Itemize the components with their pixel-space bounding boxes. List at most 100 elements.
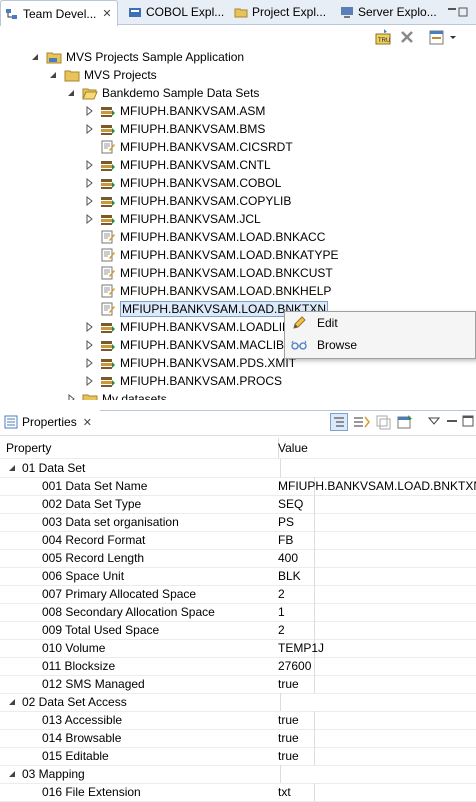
collapsed-arrow-icon[interactable]: [84, 376, 94, 386]
pds-library-icon: [101, 359, 115, 369]
expanded-arrow-icon[interactable]: [66, 88, 76, 98]
tree-node-my-datasets[interactable]: My datasets: [66, 390, 167, 400]
pds-library-icon: [101, 197, 115, 207]
collapsed-arrow-icon[interactable]: [84, 340, 94, 350]
table-row[interactable]: 006 Space Unit BLK: [0, 567, 476, 586]
filter-advanced-icon[interactable]: [352, 413, 370, 431]
tree-node-dataset[interactable]: MFIUPH.BANKVSAM.ASM: [84, 102, 265, 120]
sequential-file-icon: [101, 230, 115, 244]
tree-node-dataset[interactable]: MFIUPH.BANKVSAM.LOADLIB: [84, 318, 290, 336]
copy-icon[interactable]: [374, 413, 392, 431]
tree-node-dataset[interactable]: MFIUPH.BANKVSAM.LOAD.BNKATYPE: [100, 246, 339, 264]
expanded-arrow-icon[interactable]: [8, 459, 16, 471]
tree-node-dataset[interactable]: MFIUPH.BANKVSAM.COBOL: [84, 174, 281, 192]
pin-icon[interactable]: [396, 413, 414, 431]
table-row[interactable]: 012 SMS Managed true: [0, 675, 476, 694]
tab-cobol-explorer[interactable]: COBOL Expl...: [124, 0, 228, 24]
context-menu-label: Edit: [317, 316, 338, 330]
table-row[interactable]: 005 Record Length 400: [0, 549, 476, 568]
property-name: 012 SMS Managed: [0, 675, 315, 693]
table-row[interactable]: 003 Data set organisation PS: [0, 513, 476, 532]
remove-icon[interactable]: [398, 28, 416, 46]
table-row[interactable]: 014 Browsable true: [0, 729, 476, 748]
tree-node-label: MFIUPH.BANKVSAM.LOAD.BNKACC: [120, 230, 326, 244]
properties-toolbar: [330, 413, 476, 431]
tree-node-dataset[interactable]: MFIUPH.BANKVSAM.LOAD.BNKACC: [100, 228, 325, 246]
context-menu-browse[interactable]: Browse: [285, 334, 475, 356]
collapsed-arrow-icon[interactable]: [84, 358, 94, 368]
column-header-value[interactable]: Value: [278, 438, 476, 458]
property-value: txt: [278, 785, 291, 799]
tree-node-dataset[interactable]: MFIUPH.BANKVSAM.MACLIB: [84, 336, 284, 354]
explorer-toolbar: TRU: [360, 26, 476, 48]
table-row[interactable]: 011 Blocksize 27600: [0, 657, 476, 676]
pencil-icon: [293, 316, 306, 329]
tab-server-explorer[interactable]: Server Explo...: [336, 0, 436, 24]
pds-library-icon: [101, 341, 115, 351]
tree-node-label: MFIUPH.BANKVSAM.PROCS: [120, 374, 283, 388]
table-row[interactable]: 009 Total Used Space 2: [0, 621, 476, 640]
expanded-arrow-icon[interactable]: [8, 693, 16, 705]
tree-node-dataset[interactable]: MFIUPH.BANKVSAM.CNTL: [84, 156, 271, 174]
close-icon[interactable]: ✕: [83, 416, 92, 429]
tab-project-explorer[interactable]: Project Expl...: [230, 0, 330, 24]
table-row[interactable]: 001 Data Set Name MFIUPH.BANKVSAM.LOAD.BN…: [0, 477, 476, 496]
maximize-icon[interactable]: [462, 415, 474, 427]
tree-node-bankdemo[interactable]: Bankdemo Sample Data Sets: [66, 84, 259, 102]
property-value: SEQ: [278, 497, 304, 511]
property-group-row[interactable]: 03 Mapping: [0, 765, 476, 784]
view-menu-icon[interactable]: [428, 415, 440, 427]
tree-node-dataset[interactable]: MFIUPH.BANKVSAM.PDS.XMIT: [84, 354, 296, 372]
sequential-file-icon: [101, 248, 115, 262]
expanded-arrow-icon[interactable]: [8, 765, 16, 777]
collapsed-arrow-icon[interactable]: [84, 178, 94, 188]
collapsed-arrow-icon[interactable]: [84, 322, 94, 332]
collapsed-arrow-icon[interactable]: [84, 106, 94, 116]
close-icon[interactable]: ✕: [102, 7, 111, 20]
categories-icon[interactable]: [330, 413, 348, 431]
context-menu-edit[interactable]: Edit: [285, 312, 475, 334]
property-group-row[interactable]: 02 Data Set Access: [0, 693, 476, 712]
tree-node-dataset[interactable]: MFIUPH.BANKVSAM.JCL: [84, 210, 261, 228]
view-menu-icon[interactable]: [446, 6, 470, 18]
glasses-icon: [291, 340, 307, 350]
tree-node-root[interactable]: MVS Projects Sample Application: [30, 48, 244, 66]
tree-node-label: MFIUPH.BANKVSAM.LOAD.BNKHELP: [120, 284, 332, 298]
tree-node-dataset[interactable]: MFIUPH.BANKVSAM.BMS: [84, 120, 265, 138]
collapsed-arrow-icon[interactable]: [66, 394, 76, 400]
new-repository-icon[interactable]: TRU: [374, 28, 392, 46]
tab-team-developer[interactable]: Team Devel... ✕: [0, 0, 118, 26]
table-row[interactable]: 016 File Extension txt: [0, 783, 476, 802]
tree-node-label: MFIUPH.BANKVSAM.MACLIB: [120, 338, 285, 352]
tree-node-dataset[interactable]: MFIUPH.BANKVSAM.PROCS: [84, 372, 282, 390]
property-value: TEMP1J: [278, 641, 325, 655]
collapsed-arrow-icon[interactable]: [84, 124, 94, 134]
tree-node-label: MFIUPH.BANKVSAM.ASM: [120, 104, 266, 118]
table-row[interactable]: 007 Primary Allocated Space 2: [0, 585, 476, 604]
expanded-arrow-icon[interactable]: [48, 70, 58, 80]
table-row[interactable]: 015 Editable true: [0, 747, 476, 766]
tab-properties[interactable]: Properties ✕: [0, 410, 100, 434]
table-row[interactable]: 004 Record Format FB: [0, 531, 476, 550]
expanded-arrow-icon[interactable]: [30, 52, 40, 62]
view-tab-bar: Team Devel... ✕ COBOL Expl... Project Ex…: [0, 0, 476, 26]
table-row[interactable]: 013 Accessible true: [0, 711, 476, 730]
tree-node-dataset[interactable]: MFIUPH.BANKVSAM.LOAD.BNKCUST: [100, 264, 333, 282]
collapsed-arrow-icon[interactable]: [84, 196, 94, 206]
collapsed-arrow-icon[interactable]: [84, 214, 94, 224]
collapsed-arrow-icon[interactable]: [84, 160, 94, 170]
table-row[interactable]: 002 Data Set Type SEQ: [0, 495, 476, 514]
tree-node-dataset[interactable]: MFIUPH.BANKVSAM.CICSRDT: [100, 138, 293, 156]
tree-node-dataset[interactable]: MFIUPH.BANKVSAM.COPYLIB: [84, 192, 291, 210]
tree-node-dataset[interactable]: MFIUPH.BANKVSAM.LOAD.BNKHELP: [100, 282, 331, 300]
properties-dropdown-icon[interactable]: [428, 28, 456, 46]
property-name: 002 Data Set Type: [0, 495, 315, 513]
table-row[interactable]: 010 Volume TEMP1J: [0, 639, 476, 658]
property-name: 008 Secondary Allocation Space: [0, 603, 315, 621]
tree-node-mvs-projects[interactable]: MVS Projects: [48, 66, 157, 84]
table-row[interactable]: 008 Secondary Allocation Space 1: [0, 603, 476, 622]
context-menu: Edit Browse: [284, 311, 476, 359]
property-group-row[interactable]: 01 Data Set: [0, 459, 476, 478]
column-header-property[interactable]: Property: [0, 438, 279, 458]
minimize-icon[interactable]: [446, 415, 458, 427]
